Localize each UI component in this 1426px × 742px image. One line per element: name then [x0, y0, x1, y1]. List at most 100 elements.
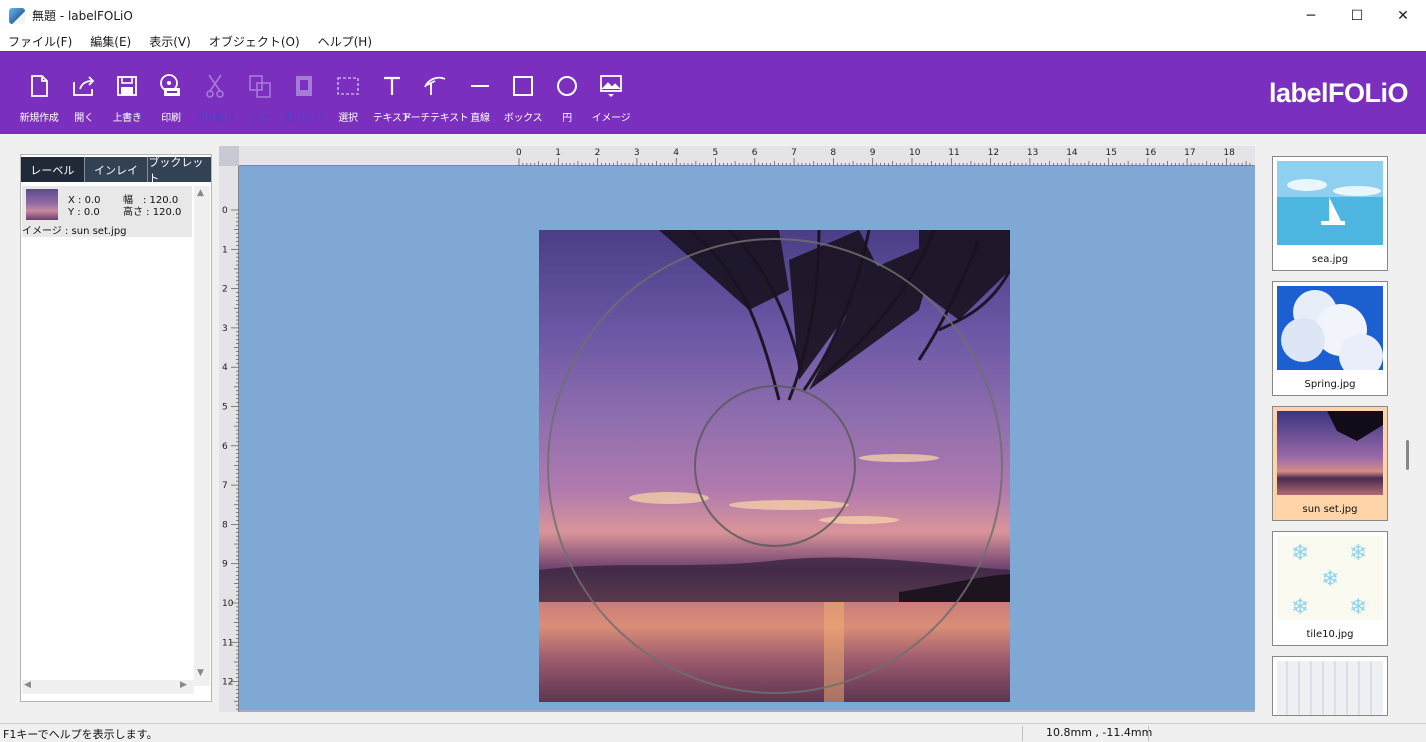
image-gallery: sea.jpg Spring.jpg sun set.jpg ❄ ❄ ❄ ❄ ❄ — [1258, 146, 1426, 716]
object-list-hscroll[interactable]: ◀ ▶ — [22, 680, 194, 694]
new-button[interactable]: 新規作成 — [15, 72, 63, 124]
select-button[interactable]: 選択 — [324, 72, 372, 124]
ruler-tick-label: 1 — [222, 245, 228, 255]
ruler-tick-label: 1 — [555, 148, 561, 158]
object-height: 高さ : 120.0 — [123, 207, 182, 218]
line-button[interactable]: 直線 — [456, 72, 504, 124]
box-button[interactable]: ボックス — [499, 72, 547, 124]
menu-edit[interactable]: 編集(E) — [82, 33, 139, 50]
menu-view[interactable]: 表示(V) — [141, 33, 199, 50]
status-divider — [1148, 726, 1149, 741]
new-document-icon — [25, 72, 53, 100]
image-button[interactable]: イメージ — [587, 72, 635, 124]
horizontal-ruler-ticks: 0 1 2 3 4 5 6 7 8 9 10 11 12 13 14 15 16 17 18 — [516, 148, 1251, 166]
paste-button[interactable]: 貼り付け — [280, 72, 328, 124]
ruler-tick-label: 17 — [1184, 148, 1195, 158]
gallery-scrollbar[interactable] — [1404, 146, 1412, 712]
ruler-tick-label: 6 — [752, 148, 758, 158]
ruler-tick-label: 10 — [909, 148, 921, 158]
spring-thumbnail — [1277, 286, 1383, 370]
ruler-tick-label: 9 — [870, 148, 876, 158]
object-x: X : 0.0 — [68, 195, 101, 206]
scroll-down-icon[interactable]: ▼ — [197, 668, 204, 678]
arch-text-icon — [421, 72, 449, 100]
window-controls: ─ ☐ ✕ — [1288, 0, 1426, 31]
tab-booklet[interactable]: ブックレット — [148, 156, 212, 185]
ruler-corner — [219, 146, 239, 166]
cut-icon — [201, 72, 229, 100]
ruler-tick-label: 10 — [222, 599, 234, 609]
gallery-item-sunset[interactable]: sun set.jpg — [1272, 406, 1388, 521]
circle-button[interactable]: 円 — [543, 72, 591, 124]
save-icon — [113, 72, 141, 100]
tab-inlay[interactable]: インレイ — [84, 157, 149, 182]
cut-button[interactable]: 切り取り — [191, 72, 239, 124]
circle-icon — [553, 72, 581, 100]
line-icon — [466, 72, 494, 100]
object-list-vscroll[interactable]: ▲ ▼ — [194, 186, 210, 686]
gallery-scroll-thumb[interactable] — [1406, 440, 1409, 470]
select-label: 選択 — [338, 113, 358, 124]
box-icon — [509, 72, 537, 100]
print-icon — [157, 72, 185, 100]
object-y: Y : 0.0 — [68, 207, 100, 218]
minimize-button[interactable]: ─ — [1288, 0, 1334, 31]
ruler-tick-label: 16 — [1145, 148, 1157, 158]
gallery-item-spring[interactable]: Spring.jpg — [1272, 281, 1388, 396]
toolbar: 新規作成 開く 上書き 印刷 切り取り コピー 貼り付け 選択 テキスト アーチ… — [0, 51, 1426, 134]
print-button[interactable]: 印刷 — [147, 72, 195, 124]
menu-object[interactable]: オブジェクト(O) — [201, 33, 308, 50]
open-icon — [70, 72, 98, 100]
open-label: 開く — [74, 113, 94, 124]
copy-button[interactable]: コピー — [236, 72, 284, 124]
print-label: 印刷 — [161, 113, 181, 124]
scroll-up-icon[interactable]: ▲ — [197, 188, 204, 198]
cursor-coordinates: 10.8mm , -11.4mm — [1046, 726, 1153, 739]
labelfolio-logo: labelFOLiO — [1268, 78, 1409, 108]
open-button[interactable]: 開く — [60, 72, 108, 124]
horizontal-ruler: 0 1 2 3 4 5 6 7 8 9 10 11 12 13 14 15 16 17 18 — [239, 146, 1255, 166]
menu-bar: ファイル(F) 編集(E) 表示(V) オブジェクト(O) ヘルプ(H) — [0, 31, 1426, 51]
gallery-item-tile10[interactable]: ❄ ❄ ❄ ❄ ❄ tile10.jpg — [1272, 531, 1388, 646]
menu-file[interactable]: ファイル(F) — [0, 33, 80, 50]
paste-label: 貼り付け — [284, 113, 324, 124]
copy-label: コピー — [245, 113, 275, 124]
object-list: X : 0.0 Y : 0.0 幅 : 120.0 高さ : 120.0 イメー… — [22, 186, 192, 684]
ruler-tick-label: 6 — [222, 442, 228, 452]
gallery-item-sea[interactable]: sea.jpg — [1272, 156, 1388, 271]
ruler-tick-label: 4 — [673, 148, 679, 158]
ruler-tick-label: 8 — [222, 520, 228, 530]
ruler-tick-label: 9 — [222, 560, 228, 570]
ruler-tick-label: 15 — [1106, 148, 1117, 158]
menu-help[interactable]: ヘルプ(H) — [310, 33, 380, 50]
media-tabs: レーベル インレイ ブックレット — [21, 156, 212, 185]
scroll-left-icon[interactable]: ◀ — [24, 680, 31, 690]
close-button[interactable]: ✕ — [1380, 0, 1426, 31]
object-thumbnail — [26, 189, 58, 220]
status-divider — [1022, 726, 1023, 741]
status-help-text: F1キーでヘルプを表示します。 — [3, 728, 158, 741]
sea-thumbnail — [1277, 161, 1383, 245]
ruler-tick-label: 18 — [1223, 148, 1235, 158]
vertical-ruler-ticks: 0123456789101112 — [222, 206, 239, 710]
app-icon — [9, 7, 25, 24]
design-canvas[interactable] — [239, 166, 1255, 710]
tab-label[interactable]: レーベル — [21, 157, 85, 182]
arch-text-button[interactable]: アーチテキスト — [402, 72, 469, 124]
window-title: 無題 - labelFOLiO — [32, 9, 133, 23]
maximize-button[interactable]: ☐ — [1334, 0, 1380, 31]
svg-text:❄: ❄ — [1349, 541, 1367, 566]
object-name: イメージ : sun set.jpg — [22, 226, 127, 237]
ruler-tick-label: 12 — [222, 678, 233, 688]
save-button[interactable]: 上書き — [103, 72, 151, 124]
ruler-tick-label: 13 — [1027, 148, 1038, 158]
sunset-image-object[interactable] — [539, 230, 1010, 702]
scroll-right-icon[interactable]: ▶ — [180, 680, 187, 690]
list-item[interactable]: X : 0.0 Y : 0.0 幅 : 120.0 高さ : 120.0 イメー… — [22, 186, 192, 237]
ruler-tick-label: 2 — [595, 148, 601, 158]
box-label: ボックス — [503, 113, 543, 124]
gallery-caption: sun set.jpg — [1302, 504, 1358, 515]
gallery-item-partial[interactable] — [1272, 656, 1388, 716]
ruler-tick-label: 0 — [516, 148, 522, 158]
ruler-tick-label: 2 — [222, 285, 228, 295]
